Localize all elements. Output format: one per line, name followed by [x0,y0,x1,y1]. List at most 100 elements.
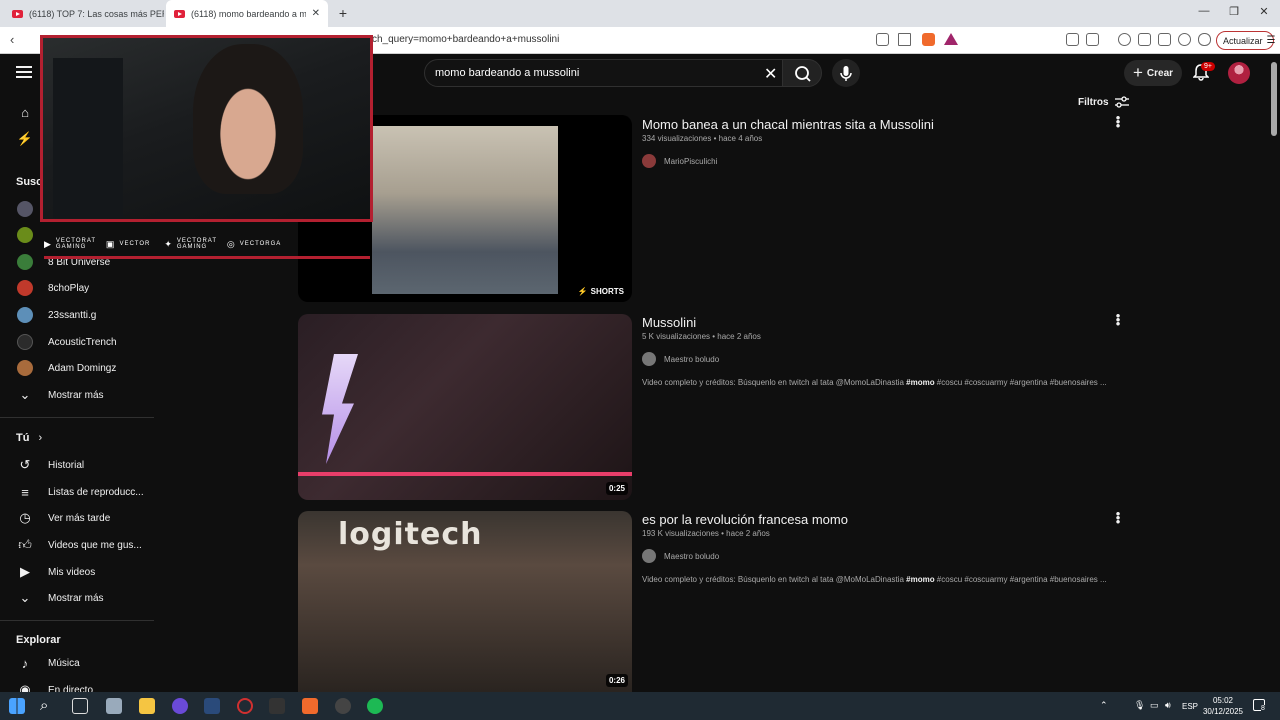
create-button[interactable]: + Crear [1124,60,1182,86]
sidebar-item-history[interactable]: ↺ Historial [0,453,154,477]
vpn-icon[interactable] [1198,33,1211,46]
sidebar-channel[interactable]: Adam Domingz [0,356,154,380]
description-hashtag[interactable]: #momo [906,575,934,584]
more-actions-icon[interactable]: • • • [1114,111,1122,132]
video-description: Video completo y créditos: Búsquenlo en … [642,575,1107,584]
social-label: VECTORAT GAMING [176,238,217,250]
description-hashtag[interactable]: #momo [906,378,934,387]
channel-link[interactable]: MarioPisculichi [642,153,717,169]
browser-tab-1[interactable]: (6118) TOP 7: Las cosas más PERTURBADORA… [4,0,164,27]
video-duration: 0:26 [605,674,628,687]
channel-link[interactable]: Maestro boludo [642,548,719,564]
voice-search-button[interactable] [832,59,860,87]
sidebar-item-playlists[interactable]: ≡ Listas de reproducc... [0,480,154,504]
browser-tab-2[interactable]: (6118) momo bardeando a mussolini ✕ [166,0,328,27]
network-icon[interactable]: ▭ [1150,700,1159,711]
brave-rewards-icon[interactable] [944,33,958,45]
restore-button[interactable]: ❐ [1224,5,1244,18]
sidebar-item-my-videos[interactable]: ▶ Mis videos [0,560,154,584]
guide-menu-icon[interactable] [16,66,32,79]
file-explorer-icon[interactable] [139,698,155,714]
app-icon[interactable] [335,698,351,714]
sidebar-icon[interactable] [1138,33,1151,46]
video-title[interactable]: Mussolini [642,315,696,330]
leo-ai-icon[interactable] [1178,33,1191,46]
tab-close-icon[interactable]: ✕ [312,8,320,19]
video-thumbnail[interactable]: 0:25 [298,314,632,500]
spotify-icon[interactable] [367,698,383,714]
screenshot-icon[interactable] [1086,33,1099,46]
thumbnail-stripe [298,472,632,476]
task-view-icon[interactable] [72,698,88,714]
video-thumbnail[interactable]: logitech 0:26 [298,511,632,692]
video-title[interactable]: Momo banea a un chacal mientras sita a M… [642,117,934,132]
language-indicator[interactable]: ESP [1182,702,1198,711]
show-more-label: Mostrar más [48,389,104,401]
chevron-down-icon: ⌄ [19,590,31,605]
more-actions-icon[interactable]: • • • [1114,309,1122,330]
sidebar-item-watch-later[interactable]: ◷ Ver más tarde [0,506,154,530]
app-icon[interactable] [106,698,122,714]
create-label: Crear [1146,67,1174,79]
steam-icon[interactable] [204,698,220,714]
shorts-badge: ⚡ SHORTS [578,287,624,296]
more-actions-icon[interactable]: • • • [1114,507,1122,528]
sidebar-divider [0,620,154,621]
brave-browser-icon[interactable] [302,698,318,714]
channel-avatar [17,254,33,270]
channel-avatar [17,201,33,217]
sidebar-channel[interactable]: 23ssantti.g [0,303,154,327]
sidebar-channel[interactable]: 8choPlay [0,276,154,300]
minimize-button[interactable]: — [1194,5,1214,17]
microphone-tray-icon[interactable]: 🎙︎ [1134,700,1145,711]
filter-sliders-icon [1114,96,1129,108]
explore-heading: Explorar [16,634,61,646]
close-window-button[interactable]: ✕ [1254,5,1274,18]
brave-shield-icon[interactable] [922,33,935,46]
video-duration: 0:25 [605,482,628,495]
my-videos-icon: ▶ [20,564,30,579]
clock[interactable]: 05:02 30/12/2025 [1200,695,1246,717]
channel-label: 23ssantti.g [48,309,97,321]
clear-search-icon[interactable]: ✕ [764,64,777,84]
media-icon[interactable] [1118,33,1131,46]
video-meta: 193 K visualizaciones • hace 2 años [642,529,770,538]
app-icon[interactable] [172,698,188,714]
back-icon[interactable]: ‹ [10,32,14,47]
channel-link[interactable]: Maestro boludo [642,351,719,367]
sidebar-item-liked-videos[interactable]: 👍︎ Videos que me gus... [0,533,154,557]
start-button-icon[interactable] [9,698,25,714]
search-box[interactable]: momo bardeando a mussolini ✕ [424,59,784,87]
share-icon[interactable] [898,33,911,46]
screen-cast-icon[interactable] [876,33,889,46]
show-more-subscriptions[interactable]: ⌄ Mostrar más [0,383,154,407]
page-scrollbar[interactable] [1271,62,1277,136]
shorts-icon: ⚡ [16,131,34,146]
new-tab-button[interactable]: + [333,5,353,21]
home-icon: ⌂ [21,104,29,120]
url-field[interactable]: ch_query=momo+bardeando+a+mussolini [372,34,559,45]
account-avatar[interactable] [1228,62,1250,84]
search-taskbar-icon[interactable]: ⌕ [40,697,48,714]
show-more-label: Mostrar más [48,592,104,604]
channel-avatar [642,154,656,168]
opera-icon[interactable] [237,698,253,714]
video-title[interactable]: es por la revolución francesa momo [642,512,848,527]
extensions-icon[interactable] [1066,33,1079,46]
update-button[interactable]: Actualizar ☰ [1216,31,1275,50]
channel-avatar [17,227,33,243]
search-button[interactable] [782,59,822,87]
tray-chevron-icon[interactable]: ⌃ [1100,700,1108,711]
volume-icon[interactable]: 🔊︎ [1165,700,1171,711]
show-more-you[interactable]: ⌄ Mostrar más [0,586,154,610]
sidebar-channel[interactable]: AcousticTrench [0,330,154,354]
you-heading[interactable]: Tú › [16,432,42,444]
app-icon[interactable] [269,698,285,714]
youtube-icon: ▶ [44,238,52,249]
filters-button[interactable]: Filtros [1078,96,1129,108]
instagram-icon: ◎ [226,238,236,249]
search-input[interactable]: momo bardeando a mussolini [435,67,579,79]
description-text: #coscu #coscuarmy #argentina #buenosaire… [934,378,1107,387]
sidebar-item-music[interactable]: ♪ Música [0,651,154,675]
wallet-icon[interactable] [1158,33,1171,46]
